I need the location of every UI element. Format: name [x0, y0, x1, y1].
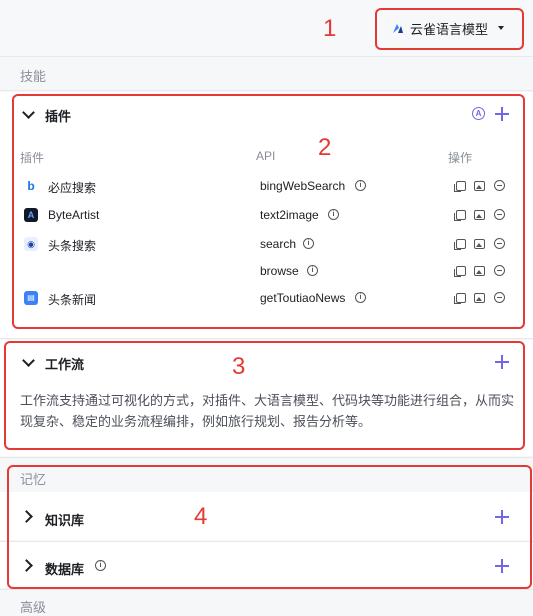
advanced-label: 高级: [20, 600, 47, 615]
annotation-number-4: 4: [194, 503, 208, 530]
divider: [0, 589, 533, 590]
annotation-box-4: [7, 465, 532, 589]
annotation-box-1: [375, 8, 524, 50]
divider: [0, 90, 533, 91]
divider: [0, 457, 533, 458]
skills-label: 技能: [20, 69, 47, 84]
annotation-box-2: [12, 94, 525, 329]
annotation-number-1: 1: [323, 15, 337, 42]
annotation-number-2: 2: [318, 134, 332, 161]
divider: [0, 338, 533, 339]
annotation-box-3: [4, 341, 525, 450]
annotation-number-3: 3: [232, 353, 246, 380]
